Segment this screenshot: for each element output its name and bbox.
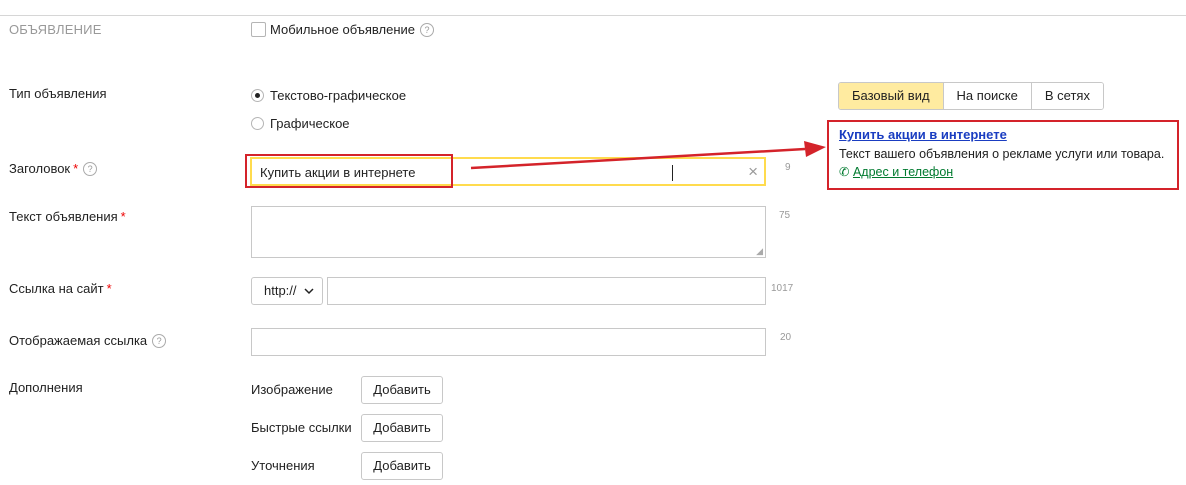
red-arrow-annotation bbox=[470, 141, 826, 170]
